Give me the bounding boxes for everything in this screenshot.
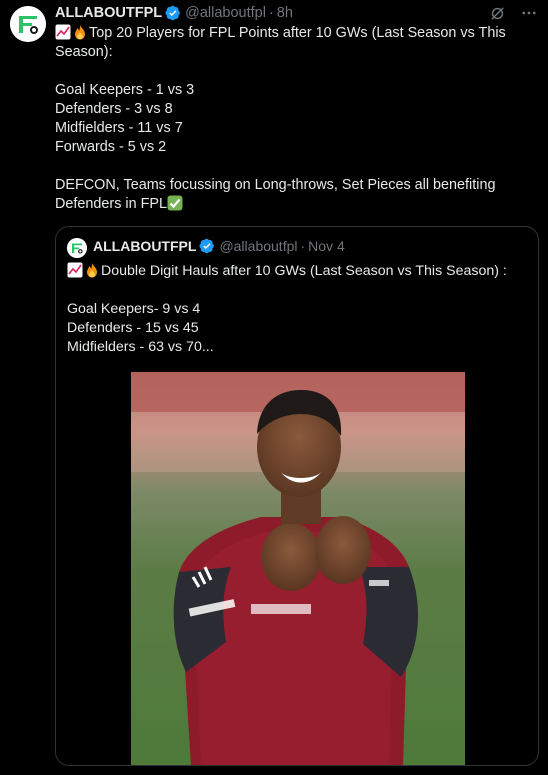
photo-player-celebrating [131, 372, 465, 765]
separator-dot: · [300, 238, 306, 254]
quoted-media-image[interactable] [131, 372, 465, 765]
tweet-text-body: Goal Keepers - 1 vs 3 Defenders - 3 vs 8… [55, 82, 496, 212]
tweet-actions-top [488, 4, 538, 22]
chart-increasing-emoji [55, 24, 71, 40]
fire-emoji [75, 25, 85, 40]
quoted-avatar [67, 238, 87, 258]
allaboutfpl-logo-icon [67, 238, 87, 258]
tweet-text: Top 20 Players for FPL Points after 10 G… [55, 24, 530, 214]
author-name[interactable]: ALLABOUTFPL [55, 5, 162, 21]
allaboutfpl-logo-icon [10, 6, 46, 42]
quoted-date: Nov 4 [308, 238, 345, 254]
quoted-tweet-header: ALLABOUTFPL @allaboutfpl · Nov 4 [93, 238, 345, 254]
avatar[interactable] [10, 6, 46, 42]
verified-badge-icon [199, 238, 215, 254]
quoted-text-line-1: Double Digit Hauls after 10 GWs (Last Se… [101, 263, 507, 279]
check-mark-button-emoji [167, 195, 183, 211]
verified-badge-icon [165, 5, 180, 21]
quoted-tweet-card[interactable]: ALLABOUTFPL @allaboutfpl · Nov 4 Double … [55, 226, 539, 766]
quoted-tweet-text: Double Digit Hauls after 10 GWs (Last Se… [67, 262, 527, 357]
tweet-header: ALLABOUTFPL @allaboutfpl · 8h [55, 4, 293, 22]
chart-increasing-emoji [67, 262, 83, 278]
grok-icon[interactable] [488, 4, 506, 22]
author-handle[interactable]: @allaboutfpl [185, 5, 266, 21]
fire-emoji [87, 263, 97, 278]
separator-dot: · [268, 5, 274, 21]
quoted-author-name: ALLABOUTFPL [93, 238, 197, 254]
timestamp[interactable]: 8h [277, 5, 293, 21]
tweet-text-line-1: Top 20 Players for FPL Points after 10 G… [55, 25, 510, 60]
quoted-text-body: Goal Keepers- 9 vs 4 Defenders - 15 vs 4… [67, 301, 214, 355]
quoted-author-handle: @allaboutfpl [219, 238, 298, 254]
more-options-icon[interactable] [520, 4, 538, 22]
